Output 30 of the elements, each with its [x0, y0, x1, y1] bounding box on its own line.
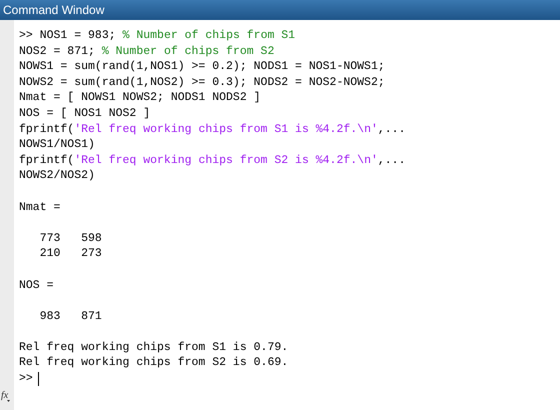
code-comment: % Number of chips from S2 — [102, 44, 274, 60]
matrix-value: 210 — [40, 246, 60, 262]
prompt-symbol: >> — [19, 28, 34, 44]
code-text: NOWS1/NOS1) — [19, 137, 95, 153]
prompt-symbol: >> — [19, 371, 33, 387]
text-cursor — [38, 372, 39, 386]
matrix-value: 983 — [40, 308, 60, 324]
code-text: NOWS2 = sum(rand(1,NOS2) >= 0.3); NODS2 = NOS2-NOWS2; — [19, 74, 385, 90]
matrix-value: 598 — [81, 230, 102, 246]
code-text: ,... — [378, 122, 406, 138]
matrix-value: 273 — [81, 246, 102, 262]
window-title: Command Window — [3, 2, 104, 19]
code-text: fprintf( — [19, 122, 74, 138]
code-text: NOS2 = 871; — [19, 44, 96, 60]
string-literal: 'Rel freq working chips from S1 is %4.2f.\n' — [74, 122, 378, 138]
code-text: ,... — [378, 152, 406, 168]
code-text: NOS = [ NOS1 NOS2 ] — [19, 106, 150, 122]
variable-name: Nmat = — [19, 200, 60, 216]
code-text: NOWS1 = sum(rand(1,NOS1) >= 0.2); NODS1 = NOS1-NOWS1; — [19, 59, 385, 75]
string-literal: 'Rel freq working chips from S2 is %4.2f.\n' — [74, 152, 378, 168]
output-text: Rel freq working chips from S1 is 0.79. — [19, 340, 288, 356]
matrix-value: 773 — [40, 230, 60, 246]
output-text: Rel freq working chips from S2 is 0.69. — [19, 355, 288, 372]
code-text: Nmat = [ NOWS1 NOWS2; NODS1 NODS2 ] — [19, 90, 261, 106]
code-comment: % Number of chips from S1 — [122, 28, 296, 44]
variable-name: NOS = — [19, 278, 54, 294]
code-text: NOWS2/NOS2) — [19, 168, 95, 184]
code-text: fprintf( — [19, 152, 74, 168]
code-text: NOS1 = 983; — [40, 28, 117, 44]
matrix-value: 871 — [81, 308, 102, 324]
